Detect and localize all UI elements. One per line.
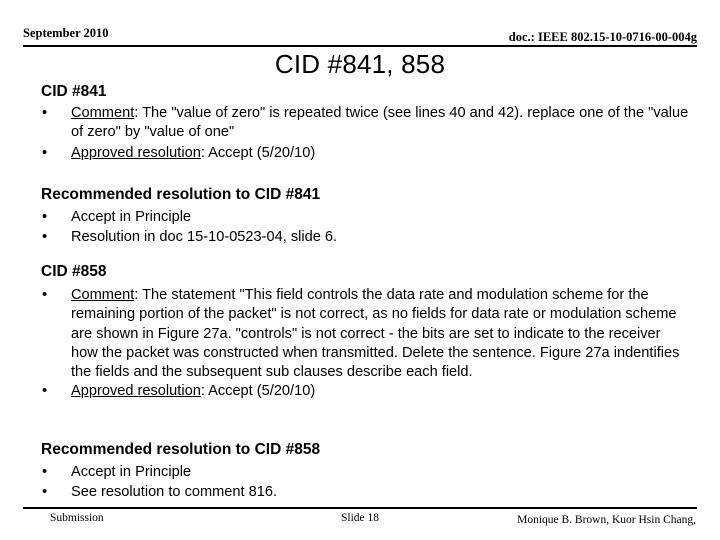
footer-submission-label: Submission	[50, 512, 104, 524]
section-recommended-resolution-858: Recommended resolution to CID #858 • Acce…	[41, 440, 691, 504]
bullet-glyph: •	[42, 484, 48, 501]
bullet-text: : The statement "This field controls the…	[71, 287, 680, 381]
bullet-text: : The "value of zero" is repeated twice …	[71, 105, 689, 141]
section-heading: CID #841	[41, 83, 107, 100]
bullet-glyph: •	[42, 287, 48, 303]
bullet-glyph: •	[42, 383, 48, 400]
list-item: • Accept in Principle	[41, 208, 691, 227]
bullet-text: Accept in Principle	[71, 209, 192, 225]
bullet-label: Approved resolution	[71, 144, 201, 161]
list-item: • Accept in Principle	[41, 463, 691, 482]
bullet-list: • Accept in Principle • Resolution in doc …	[41, 208, 691, 248]
list-item: • Comment: The "value of zero" is repeate…	[41, 104, 691, 143]
bullet-glyph: •	[42, 144, 48, 161]
bullet-label: Approved resolution	[71, 383, 201, 400]
bullet-glyph: •	[42, 209, 48, 225]
footer-authors: Monique B. Brown, Kuor Hsin Chang,	[517, 514, 696, 526]
slide-body: CID #841 • Comment: The "value of zero" i…	[0, 0, 720, 540]
footer-divider	[23, 507, 697, 509]
bullet-list: • Comment: The statement "This field cont…	[41, 286, 691, 402]
bullet-glyph: •	[42, 464, 48, 480]
bullet-text: : Accept (5/20/10)	[200, 144, 316, 161]
bullet-text: : Accept (5/20/10)	[200, 383, 316, 400]
bullet-list: • Comment: The "value of zero" is repeate…	[41, 104, 691, 163]
bullet-text: Accept in Principle	[71, 464, 192, 480]
list-item: • Comment: The statement "This field cont…	[41, 286, 691, 382]
bullet-text: See resolution to comment 816.	[71, 484, 278, 501]
list-item: • Approved resolution: Accept (5/20/10)	[41, 144, 691, 163]
section-heading: Recommended resolution to CID #858	[41, 441, 321, 458]
section-heading: Recommended resolution to CID #841	[41, 186, 321, 203]
list-item: • Approved resolution: Accept (5/20/10)	[41, 382, 691, 401]
list-item: • Resolution in doc 15-10-0523-04, slide …	[41, 228, 691, 247]
bullet-glyph: •	[42, 229, 48, 246]
section-recommended-resolution-841: Recommended resolution to CID #841 • Acce…	[41, 185, 691, 249]
bullet-list: • Accept in Principle • See resolution to …	[41, 463, 691, 503]
bullet-label: Comment	[71, 287, 135, 303]
list-item: • See resolution to comment 816.	[41, 483, 691, 502]
section-cid-841: CID #841 • Comment: The "value of zero" i…	[41, 82, 691, 164]
section-cid-858: CID #858 • Comment: The statement "This f…	[41, 262, 691, 402]
slide-footer: Slide 18 Submission Monique B. Brown, Ku…	[23, 510, 697, 532]
bullet-text: Resolution in doc 15-10-0523-04, slide 6…	[71, 229, 338, 246]
bullet-glyph: •	[42, 105, 48, 121]
section-heading: CID #858	[41, 263, 107, 280]
bullet-label: Comment	[71, 105, 135, 121]
